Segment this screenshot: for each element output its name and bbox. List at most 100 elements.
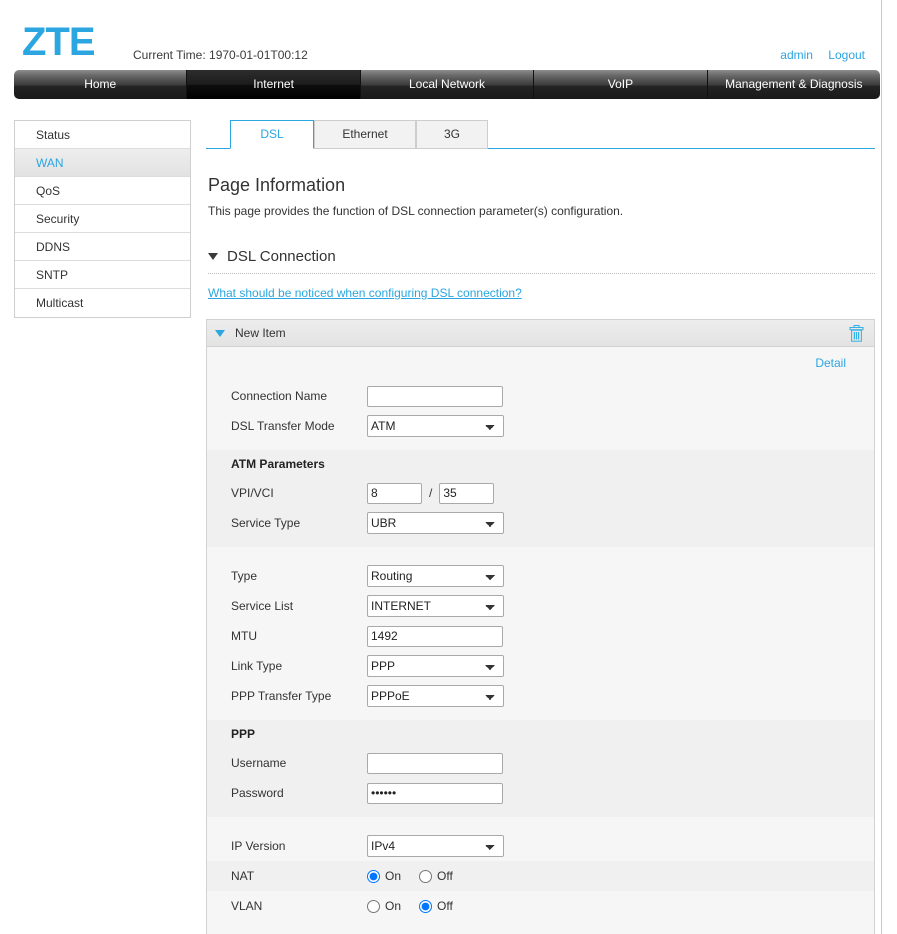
sidebar-item-sntp[interactable]: SNTP xyxy=(15,261,190,289)
sidebar-item-ddns[interactable]: DDNS xyxy=(15,233,190,261)
service-list-select[interactable]: INTERNET xyxy=(367,595,504,617)
spacer xyxy=(207,808,874,817)
nat-label: NAT xyxy=(231,869,367,883)
row-vpi-vci: VPI/VCI / xyxy=(207,478,874,508)
ppp-band: PPP Username Password xyxy=(207,720,874,817)
service-type-label: Service Type xyxy=(231,516,367,530)
type-select[interactable]: Routing xyxy=(367,565,504,587)
row-ip-version: IP Version IPv4 xyxy=(207,831,874,861)
chevron-down-icon[interactable] xyxy=(215,330,225,337)
spacer xyxy=(207,711,874,720)
action-buttons-row: Apply Cancel xyxy=(207,921,874,934)
password-label: Password xyxy=(231,786,367,800)
page-content: ZTE Current Time: 1970-01-01T00:12 admin… xyxy=(0,0,881,934)
main-panel: DSL Ethernet 3G Page Information This pa… xyxy=(206,110,875,934)
mtu-label: MTU xyxy=(231,629,367,643)
zte-logo: ZTE xyxy=(22,22,95,62)
detail-row: Detail xyxy=(207,347,874,381)
nat-on-label[interactable]: On xyxy=(385,869,401,883)
main-navigation: Home Internet Local Network VoIP Managem… xyxy=(14,70,880,99)
nav-item-management-diagnosis[interactable]: Management & Diagnosis xyxy=(708,70,880,99)
vlan-band: VLAN On Off Apply Cancel xyxy=(207,891,874,934)
nav-item-home[interactable]: Home xyxy=(14,70,187,99)
section-title: DSL Connection xyxy=(227,248,336,265)
link-type-label: Link Type xyxy=(231,659,367,673)
service-list-label: Service List xyxy=(231,599,367,613)
vlan-label: VLAN xyxy=(231,899,367,913)
row-nat: NAT On Off xyxy=(207,861,874,891)
tab-dsl[interactable]: DSL xyxy=(230,120,314,149)
sidebar-item-qos[interactable]: QoS xyxy=(15,177,190,205)
vlan-radio-group: On Off xyxy=(367,899,471,913)
row-type: Type Routing xyxy=(207,561,874,591)
row-service-list: Service List INTERNET xyxy=(207,591,874,621)
vlan-on-label[interactable]: On xyxy=(385,899,401,913)
vlan-on-radio[interactable] xyxy=(367,900,380,913)
atm-parameters-group-label: ATM Parameters xyxy=(207,450,874,478)
nat-on-radio[interactable] xyxy=(367,870,380,883)
vpi-vci-separator: / xyxy=(429,486,432,500)
page-title: Page Information xyxy=(208,175,875,196)
username-input[interactable] xyxy=(367,753,503,774)
notice-link[interactable]: What should be noticed when configuring … xyxy=(208,286,522,300)
spacer xyxy=(207,538,874,547)
username-label: Username xyxy=(231,756,367,770)
new-item-header: New Item xyxy=(207,320,874,347)
trash-icon[interactable] xyxy=(849,325,864,342)
row-dsl-transfer-mode: DSL Transfer Mode ATM xyxy=(207,411,874,441)
nat-off-label[interactable]: Off xyxy=(437,869,453,883)
nav-item-internet[interactable]: Internet xyxy=(187,70,360,99)
row-password: Password xyxy=(207,778,874,808)
nav-item-voip[interactable]: VoIP xyxy=(534,70,707,99)
sidebar-item-multicast[interactable]: Multicast xyxy=(15,289,190,317)
vpi-input[interactable] xyxy=(367,483,422,504)
vci-input[interactable] xyxy=(439,483,494,504)
nat-off-radio[interactable] xyxy=(419,870,432,883)
sidebar-item-wan[interactable]: WAN xyxy=(15,149,190,177)
ip-version-select[interactable]: IPv4 xyxy=(367,835,504,857)
chevron-down-icon[interactable] xyxy=(208,253,218,260)
new-item-title: New Item xyxy=(235,326,849,340)
row-connection-name: Connection Name xyxy=(207,381,874,411)
row-mtu: MTU xyxy=(207,621,874,651)
tab-ethernet[interactable]: Ethernet xyxy=(314,120,416,149)
vlan-off-radio[interactable] xyxy=(419,900,432,913)
admin-user-link[interactable]: admin xyxy=(780,48,813,62)
sidebar: Status WAN QoS Security DDNS SNTP Multic… xyxy=(14,120,191,318)
connection-name-label: Connection Name xyxy=(231,389,367,403)
mtu-input[interactable] xyxy=(367,626,503,647)
router-admin-page: ZTE Current Time: 1970-01-01T00:12 admin… xyxy=(0,0,897,934)
row-service-type: Service Type UBR xyxy=(207,508,874,538)
tab-bar: DSL Ethernet 3G xyxy=(206,120,875,149)
spacer xyxy=(207,441,874,450)
page-description: This page provides the function of DSL c… xyxy=(208,204,875,218)
current-time-label: Current Time: 1970-01-01T00:12 xyxy=(133,48,308,62)
connection-parameters-band: Type Routing Service List INTERNET xyxy=(207,547,874,720)
row-username: Username xyxy=(207,748,874,778)
sidebar-item-status[interactable]: Status xyxy=(15,121,190,149)
logout-link[interactable]: Logout xyxy=(828,48,865,62)
ppp-transfer-type-select[interactable]: PPPoE xyxy=(367,685,504,707)
link-type-select[interactable]: PPP xyxy=(367,655,504,677)
vpi-vci-label: VPI/VCI xyxy=(231,486,367,500)
dsl-connection-section-header: DSL Connection xyxy=(208,248,875,265)
tab-3g[interactable]: 3G xyxy=(416,120,488,149)
ip-version-band: IP Version IPv4 xyxy=(207,817,874,861)
header-links: admin Logout xyxy=(768,48,865,62)
atm-parameters-band: ATM Parameters VPI/VCI / Service Type UB… xyxy=(207,450,874,547)
spacer xyxy=(207,547,874,561)
detail-link[interactable]: Detail xyxy=(815,356,846,370)
service-type-select[interactable]: UBR xyxy=(367,512,504,534)
ip-version-label: IP Version xyxy=(231,839,367,853)
type-label: Type xyxy=(231,569,367,583)
password-input[interactable] xyxy=(367,783,503,804)
nat-band: NAT On Off xyxy=(207,861,874,891)
dsl-transfer-mode-select[interactable]: ATM xyxy=(367,415,504,437)
nav-item-local-network[interactable]: Local Network xyxy=(361,70,534,99)
row-vlan: VLAN On Off xyxy=(207,891,874,921)
vlan-off-label[interactable]: Off xyxy=(437,899,453,913)
row-link-type: Link Type PPP xyxy=(207,651,874,681)
spacer xyxy=(207,817,874,831)
connection-name-input[interactable] xyxy=(367,386,503,407)
sidebar-item-security[interactable]: Security xyxy=(15,205,190,233)
